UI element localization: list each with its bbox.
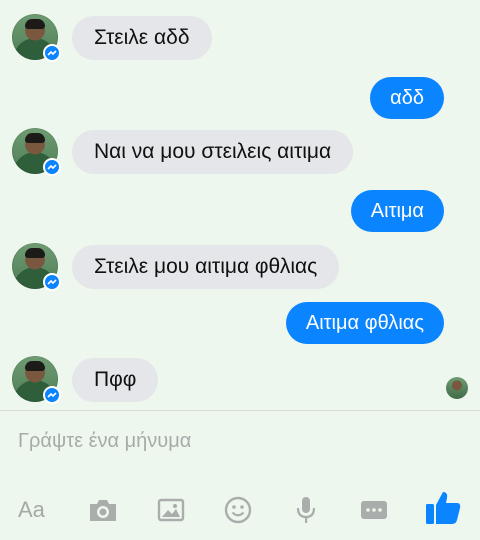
message-input[interactable]: Γράψτε ένα μήνυμα [18, 430, 191, 453]
emoji-icon[interactable] [222, 493, 254, 527]
like-icon[interactable] [424, 487, 462, 527]
composer-toolbar: Aa [0, 485, 480, 535]
incoming-message-bubble[interactable]: Στειλε αδδ [72, 16, 212, 60]
messenger-badge-icon [43, 273, 61, 291]
message-row: Αιτιμα φθλιας [0, 302, 480, 350]
message-row: Πφφ [0, 356, 480, 404]
message-row: Αιτιμα [0, 188, 480, 236]
message-row: Στειλε μου αιτιμα φθλιας [0, 243, 480, 291]
messenger-badge-icon [43, 158, 61, 176]
incoming-message-bubble[interactable]: Πφφ [72, 358, 159, 402]
composer-divider [0, 410, 480, 411]
messenger-badge-icon [43, 44, 61, 62]
outgoing-message-bubble[interactable]: Αιτιμα φθλιας [285, 302, 444, 344]
text-format-button[interactable]: Aa [18, 493, 45, 527]
gallery-icon[interactable] [156, 493, 186, 527]
outgoing-message-bubble[interactable]: Αιτιμα [350, 190, 444, 232]
camera-icon[interactable] [86, 493, 120, 527]
messenger-badge-icon [43, 386, 61, 404]
contact-avatar[interactable] [12, 14, 61, 62]
incoming-message-bubble[interactable]: Ναι να μου στειλεις αιτιμα [72, 130, 354, 174]
contact-avatar[interactable] [12, 128, 61, 176]
message-row: Στειλε αδδ [0, 14, 480, 62]
message-row: αδδ [0, 75, 480, 123]
seen-receipt-avatar [446, 377, 468, 399]
contact-avatar[interactable] [12, 243, 61, 291]
more-icon[interactable] [360, 493, 388, 527]
incoming-message-bubble[interactable]: Στειλε μου αιτιμα φθλιας [72, 245, 340, 289]
outgoing-message-bubble[interactable]: αδδ [370, 77, 444, 119]
contact-avatar[interactable] [12, 356, 61, 404]
message-row: Ναι να μου στειλεις αιτιμα [0, 128, 480, 176]
microphone-icon[interactable] [294, 493, 318, 527]
message-thread: Στειλε αδδ αδδ Ναι να μου στειλεις αιτιμ… [0, 0, 480, 410]
